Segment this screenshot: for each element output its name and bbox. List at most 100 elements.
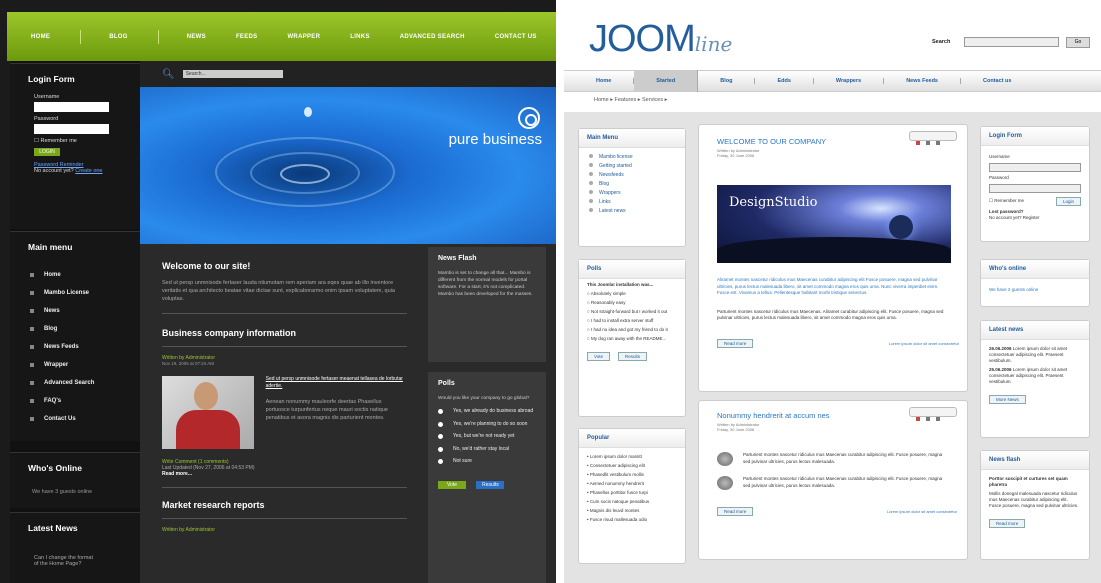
- menu-item-contact-us[interactable]: Contact Us: [10, 410, 140, 428]
- menu-item-news-feeds[interactable]: News Feeds: [10, 338, 140, 356]
- poll-option[interactable]: ○ I had no idea and got my friend to do …: [587, 327, 677, 333]
- search-input[interactable]: [964, 37, 1059, 47]
- login-panel: Login Form Username Password ☐ Remember …: [980, 126, 1090, 242]
- menu-link[interactable]: Latest news: [589, 208, 675, 214]
- username-input[interactable]: [989, 163, 1081, 172]
- nav-started[interactable]: Started: [634, 70, 699, 92]
- popular-item[interactable]: • Phasellus porttitor fusce turpi: [587, 490, 677, 496]
- news-flash-title: News flash: [981, 451, 1089, 470]
- search-input[interactable]: Search...: [182, 70, 283, 78]
- sub-navigation[interactable]: Home ▸ Features ▸ Services ▸: [594, 97, 667, 103]
- register-link[interactable]: No account yet? Register: [989, 215, 1081, 221]
- popular-item[interactable]: • Aemed nonummy hendrerit: [587, 481, 677, 487]
- article-link[interactable]: Sed ut persp unmnisode fertaser meaenat …: [266, 376, 407, 390]
- read-more-button[interactable]: Read more: [989, 519, 1026, 528]
- menu-item-faqs[interactable]: FAQ's: [10, 392, 140, 410]
- content-area: Main Menu Mambo license Getting started …: [564, 112, 1101, 583]
- menu-item-advanced-search[interactable]: Advanced Search: [10, 374, 140, 392]
- go-button[interactable]: Go: [1066, 37, 1090, 48]
- globe-icon: [717, 452, 733, 466]
- nav-home[interactable]: Home: [564, 78, 635, 84]
- more-news-button[interactable]: More News: [989, 395, 1026, 404]
- nav-advanced-search[interactable]: ADVANCED SEARCH: [400, 34, 465, 40]
- poll-option[interactable]: ○ I had to install extra server stuff: [587, 318, 677, 324]
- pdf-icon[interactable]: [916, 417, 920, 421]
- poll-option[interactable]: ○ My dog ran away with the README...: [587, 336, 677, 342]
- popular-item[interactable]: • Cum socis natoque penatibus: [587, 499, 677, 505]
- water-drop-shape: [304, 107, 312, 117]
- polls-panel: Polls This Joomla! installation was... ○…: [578, 259, 686, 417]
- nav-wrappers[interactable]: Wrappers: [814, 78, 885, 84]
- menu-item-wrapper[interactable]: Wrapper: [10, 356, 140, 374]
- poll-option[interactable]: ○ Absolutely simple: [587, 291, 677, 297]
- vote-button[interactable]: Vote: [438, 480, 466, 489]
- login-button[interactable]: Login: [1055, 196, 1081, 206]
- read-more-button[interactable]: Read more: [717, 507, 754, 516]
- welcome-paragraph-2: Parturient montes nascetur ridiculus mus…: [717, 308, 944, 321]
- password-input[interactable]: [989, 184, 1081, 193]
- password-input[interactable]: [34, 124, 109, 134]
- latest-news-item-line2[interactable]: of the Home Page?: [34, 561, 140, 567]
- right-column: News Flash Mambo is set to change all th…: [428, 247, 546, 583]
- poll-option[interactable]: Not sure: [438, 458, 536, 465]
- article-link[interactable]: Lorem ipsum dolor sit amet consectetur: [889, 341, 959, 346]
- nav-edds[interactable]: Edds: [755, 78, 814, 84]
- popular-item[interactable]: • Magnis dis leuvd montes: [587, 508, 677, 514]
- email-icon[interactable]: [936, 141, 940, 145]
- remember-checkbox[interactable]: ☐ Remember me: [989, 198, 1024, 204]
- results-button[interactable]: Results: [476, 480, 505, 489]
- nav-blog[interactable]: Blog: [698, 78, 756, 84]
- nav-home[interactable]: HOME: [31, 34, 50, 40]
- nav-blog[interactable]: BLOG: [109, 34, 128, 40]
- menu-link[interactable]: Getting started: [589, 163, 675, 169]
- popular-item[interactable]: • Consectetuer adipiscing elit: [587, 463, 677, 469]
- pdf-icon[interactable]: [916, 141, 920, 145]
- poll-option-label: Reasonably easy: [590, 300, 626, 305]
- create-account-link[interactable]: Create one: [75, 168, 102, 174]
- popular-item[interactable]: • Lorem ipsum dolor mamitt: [587, 454, 677, 460]
- bullet-icon: [30, 381, 34, 385]
- popular-item-label: Aemed nonummy hendrerit: [589, 481, 644, 486]
- poll-option[interactable]: No, we'd rather stay local: [438, 446, 536, 453]
- nav-links[interactable]: LINKS: [350, 34, 370, 40]
- nav-contact-us[interactable]: CONTACT US: [495, 34, 537, 40]
- nav-news[interactable]: NEWS: [187, 34, 206, 40]
- remember-checkbox[interactable]: ☐ Remember me: [34, 138, 140, 144]
- article-link[interactable]: Lorem ipsum dolor sit amet consectetur: [887, 509, 957, 514]
- nav-feeds[interactable]: FEEDS: [236, 34, 258, 40]
- nav-news-feeds[interactable]: News Feeds: [884, 78, 961, 84]
- site-logo[interactable]: JOOMline: [589, 18, 732, 61]
- menu-link[interactable]: Mambo license: [589, 154, 675, 160]
- menu-link[interactable]: Wrappers: [589, 190, 675, 196]
- login-button[interactable]: LOGIN: [34, 148, 60, 156]
- menu-item-mambo-license[interactable]: Mambo License: [10, 284, 140, 302]
- menu-item-home[interactable]: Home: [10, 266, 140, 284]
- menu-link[interactable]: Newsfeeds: [589, 172, 675, 178]
- poll-option-label: Not straight-forward but I worked it out: [590, 309, 668, 314]
- print-icon[interactable]: [926, 141, 930, 145]
- vote-button[interactable]: Vote: [587, 352, 611, 361]
- print-icon[interactable]: [926, 417, 930, 421]
- search-icon[interactable]: 🔍︎: [162, 69, 175, 80]
- menu-item-label: Contact Us: [44, 416, 76, 422]
- popular-item[interactable]: • Phasedlit vestibulum mollis: [587, 472, 677, 478]
- read-more-button[interactable]: Read more: [717, 338, 754, 348]
- poll-option[interactable]: Yes, but we're not ready yet: [438, 433, 536, 440]
- menu-link[interactable]: Blog: [589, 181, 675, 187]
- popular-item[interactable]: • Fusce risud mallesuada odio: [587, 517, 677, 523]
- nav-separator: [157, 29, 159, 44]
- poll-option[interactable]: Yes, we're planning to do so soon: [438, 421, 536, 428]
- username-input[interactable]: [34, 102, 109, 112]
- menu-item-news[interactable]: News: [10, 302, 140, 320]
- poll-option[interactable]: Yes, we already do business abroad: [438, 408, 536, 415]
- news-entry: 25.06.2006 Lorem ipsum dolor sit amet co…: [989, 367, 1081, 385]
- email-icon[interactable]: [936, 417, 940, 421]
- results-button[interactable]: Results: [618, 352, 648, 361]
- read-more-link[interactable]: Read more...: [162, 471, 407, 477]
- menu-link[interactable]: Links: [589, 199, 675, 205]
- poll-option[interactable]: ○ Reasonably easy: [587, 300, 677, 306]
- poll-option[interactable]: ○ Not straight-forward but I worked it o…: [587, 309, 677, 315]
- nav-wrapper[interactable]: WRAPPER: [287, 34, 320, 40]
- nav-contact-us[interactable]: Contact us: [961, 78, 1033, 84]
- menu-item-blog[interactable]: Blog: [10, 320, 140, 338]
